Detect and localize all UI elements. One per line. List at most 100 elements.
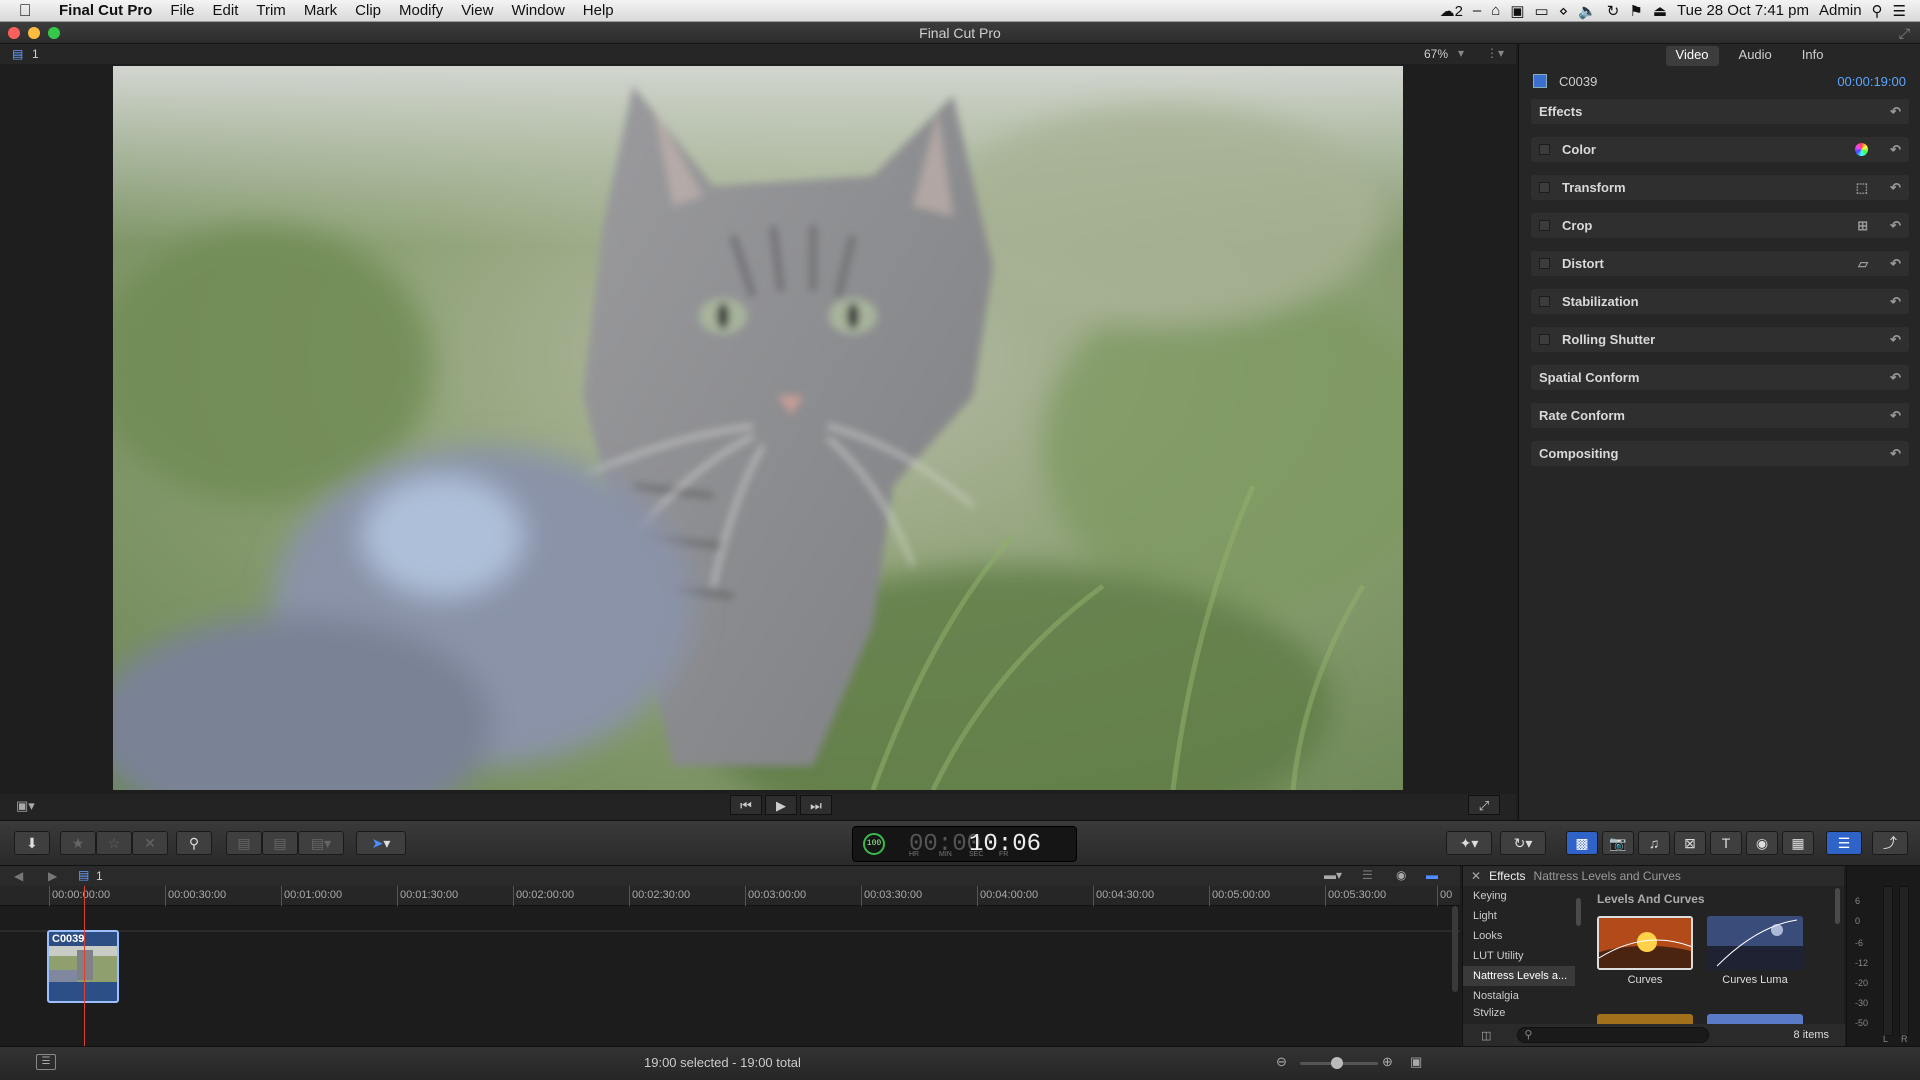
- layers-icon[interactable]: ▤: [12, 47, 23, 61]
- play-icon[interactable]: ▶: [765, 795, 797, 815]
- tab-audio[interactable]: Audio: [1729, 46, 1782, 66]
- timeline-index-icon[interactable]: ☰: [1826, 831, 1862, 855]
- enable-checkbox[interactable]: [1539, 296, 1550, 307]
- category-nattress-levels[interactable]: Nattress Levels a...: [1463, 966, 1575, 986]
- menu-modify[interactable]: Modify: [390, 2, 452, 19]
- retime-icon[interactable]: ↻▾: [1500, 831, 1546, 855]
- viewer-display-options-icon[interactable]: ▣▾: [16, 798, 35, 814]
- previous-frame-icon[interactable]: ⏮: [730, 795, 762, 815]
- forward-icon[interactable]: ▶: [48, 869, 57, 883]
- reset-icon[interactable]: ↶: [1890, 332, 1901, 348]
- section-distort[interactable]: Distort ▱ ↶: [1531, 251, 1909, 276]
- effects-browser-icon[interactable]: ▩: [1566, 831, 1598, 855]
- titles-browser-icon[interactable]: T: [1710, 831, 1742, 855]
- favorite-icon[interactable]: ★: [60, 831, 96, 855]
- color-board-icon[interactable]: [1855, 143, 1869, 156]
- minimize-window-icon[interactable]: [28, 27, 40, 39]
- zoom-dropdown-icon[interactable]: ▾: [1458, 46, 1464, 60]
- spotlight-icon[interactable]: ⚲: [1872, 2, 1883, 20]
- enable-checkbox[interactable]: [1539, 258, 1550, 269]
- sidebar-toggle-icon[interactable]: ◫: [1481, 1029, 1491, 1042]
- reset-icon[interactable]: ↶: [1890, 104, 1901, 120]
- transitions-browser-icon[interactable]: ⊠: [1674, 831, 1706, 855]
- close-browser-icon[interactable]: ✕: [1471, 869, 1481, 883]
- creative-cloud-icon[interactable]: ☁2: [1440, 2, 1463, 20]
- flag-icon[interactable]: ⚑: [1629, 2, 1642, 20]
- close-window-icon[interactable]: [8, 27, 20, 39]
- reset-icon[interactable]: ↶: [1890, 142, 1901, 158]
- enhancements-icon[interactable]: ✦▾: [1446, 831, 1492, 855]
- enable-checkbox[interactable]: [1539, 334, 1550, 345]
- keyword-icon[interactable]: ⚲: [176, 831, 212, 855]
- menubar-clock[interactable]: Tue 28 Oct 7:41 pm: [1677, 2, 1809, 19]
- airplay-icon[interactable]: ▭: [1535, 2, 1549, 20]
- clip-appearance-icon[interactable]: ▬▾: [1324, 868, 1342, 882]
- section-rate-conform[interactable]: Rate Conform ↶: [1531, 403, 1909, 428]
- playhead[interactable]: [84, 886, 85, 1046]
- menu-file[interactable]: File: [161, 2, 203, 19]
- section-color[interactable]: Color ↶: [1531, 137, 1909, 162]
- category-keying[interactable]: Keying: [1463, 886, 1575, 906]
- category-scrollbar[interactable]: [1576, 898, 1581, 926]
- category-lut-utility[interactable]: LUT Utility: [1463, 946, 1575, 966]
- transform-icon[interactable]: ⬚: [1856, 180, 1868, 196]
- home-icon[interactable]: ⌂: [1491, 2, 1500, 19]
- apple-menu-icon[interactable]: : [0, 1, 50, 21]
- themes-browser-icon[interactable]: ▦: [1782, 831, 1814, 855]
- category-looks[interactable]: Looks: [1463, 926, 1575, 946]
- unrate-icon[interactable]: ☆: [96, 831, 132, 855]
- timeline-clip[interactable]: C0039: [47, 930, 119, 1003]
- connect-clip-icon[interactable]: ▤: [226, 831, 262, 855]
- eject-icon[interactable]: ⏏: [1653, 2, 1667, 20]
- category-nostalgia[interactable]: Nostalgia: [1463, 986, 1575, 1006]
- timeline-scrollbar[interactable]: [1452, 906, 1458, 992]
- menu-trim[interactable]: Trim: [247, 2, 294, 19]
- menu-clip[interactable]: Clip: [346, 2, 390, 19]
- audio-skimming-icon[interactable]: ☰: [1362, 868, 1373, 882]
- viewer-zoom[interactable]: 67%: [1424, 47, 1448, 61]
- reset-icon[interactable]: ↶: [1890, 370, 1901, 386]
- reset-icon[interactable]: ↶: [1890, 446, 1901, 462]
- crop-icon[interactable]: ⊞: [1857, 218, 1868, 234]
- timeline-ruler[interactable]: 00:00:00:00 00:00:30:00 00:01:00:00 00:0…: [0, 886, 1460, 906]
- reset-icon[interactable]: ↶: [1890, 218, 1901, 234]
- reset-icon[interactable]: ↶: [1890, 408, 1901, 424]
- view-options-icon[interactable]: ⋮▾: [1486, 46, 1504, 60]
- background-tasks-icon[interactable]: 100: [863, 833, 885, 855]
- volume-icon[interactable]: 🔈: [1578, 2, 1597, 20]
- import-icon[interactable]: ⬇: [14, 831, 50, 855]
- next-frame-icon[interactable]: ⏭: [800, 795, 832, 815]
- primary-storyline[interactable]: C0039: [0, 906, 1460, 1046]
- section-transform[interactable]: Transform ⬚ ↶: [1531, 175, 1909, 200]
- menu-mark[interactable]: Mark: [295, 2, 346, 19]
- menu-help[interactable]: Help: [574, 2, 623, 19]
- fullscreen-playback-icon[interactable]: ⤢: [1468, 795, 1500, 815]
- enable-checkbox[interactable]: [1539, 144, 1550, 155]
- dropbox-icon[interactable]: ▣: [1510, 2, 1524, 20]
- reject-icon[interactable]: ✕: [132, 831, 168, 855]
- fit-zoom-icon[interactable]: ▣: [1410, 1054, 1422, 1070]
- effects-grid-scrollbar[interactable]: [1835, 888, 1840, 924]
- reset-icon[interactable]: ↶: [1890, 180, 1901, 196]
- photos-browser-icon[interactable]: 📷: [1602, 831, 1634, 855]
- zoom-slider-knob[interactable]: [1331, 1057, 1343, 1069]
- select-tool-icon[interactable]: ➤ ▾: [356, 831, 406, 855]
- zoom-in-icon[interactable]: ⊕: [1382, 1054, 1393, 1070]
- section-crop[interactable]: Crop ⊞ ↶: [1531, 213, 1909, 238]
- back-icon[interactable]: ◀: [14, 869, 23, 883]
- time-machine-icon[interactable]: ↻: [1607, 2, 1620, 20]
- bluetooth-icon[interactable]: ⋄: [1559, 2, 1568, 20]
- effect-thumb-partial[interactable]: [1597, 1014, 1693, 1024]
- timeline-index-toggle-icon[interactable]: ☰: [36, 1054, 56, 1070]
- notification-center-icon[interactable]: ☰: [1893, 2, 1906, 20]
- reset-icon[interactable]: ↶: [1890, 256, 1901, 272]
- snapping-icon[interactable]: ▬: [1426, 868, 1438, 882]
- category-light[interactable]: Light: [1463, 906, 1575, 926]
- section-rolling-shutter[interactable]: Rolling Shutter ↶: [1531, 327, 1909, 352]
- menu-window[interactable]: Window: [502, 2, 573, 19]
- insert-clip-icon[interactable]: ▤: [262, 831, 298, 855]
- section-compositing[interactable]: Compositing ↶: [1531, 441, 1909, 466]
- distort-icon[interactable]: ▱: [1858, 256, 1868, 272]
- category-stylize[interactable]: Stylize: [1463, 1006, 1575, 1016]
- section-spatial-conform[interactable]: Spatial Conform ↶: [1531, 365, 1909, 390]
